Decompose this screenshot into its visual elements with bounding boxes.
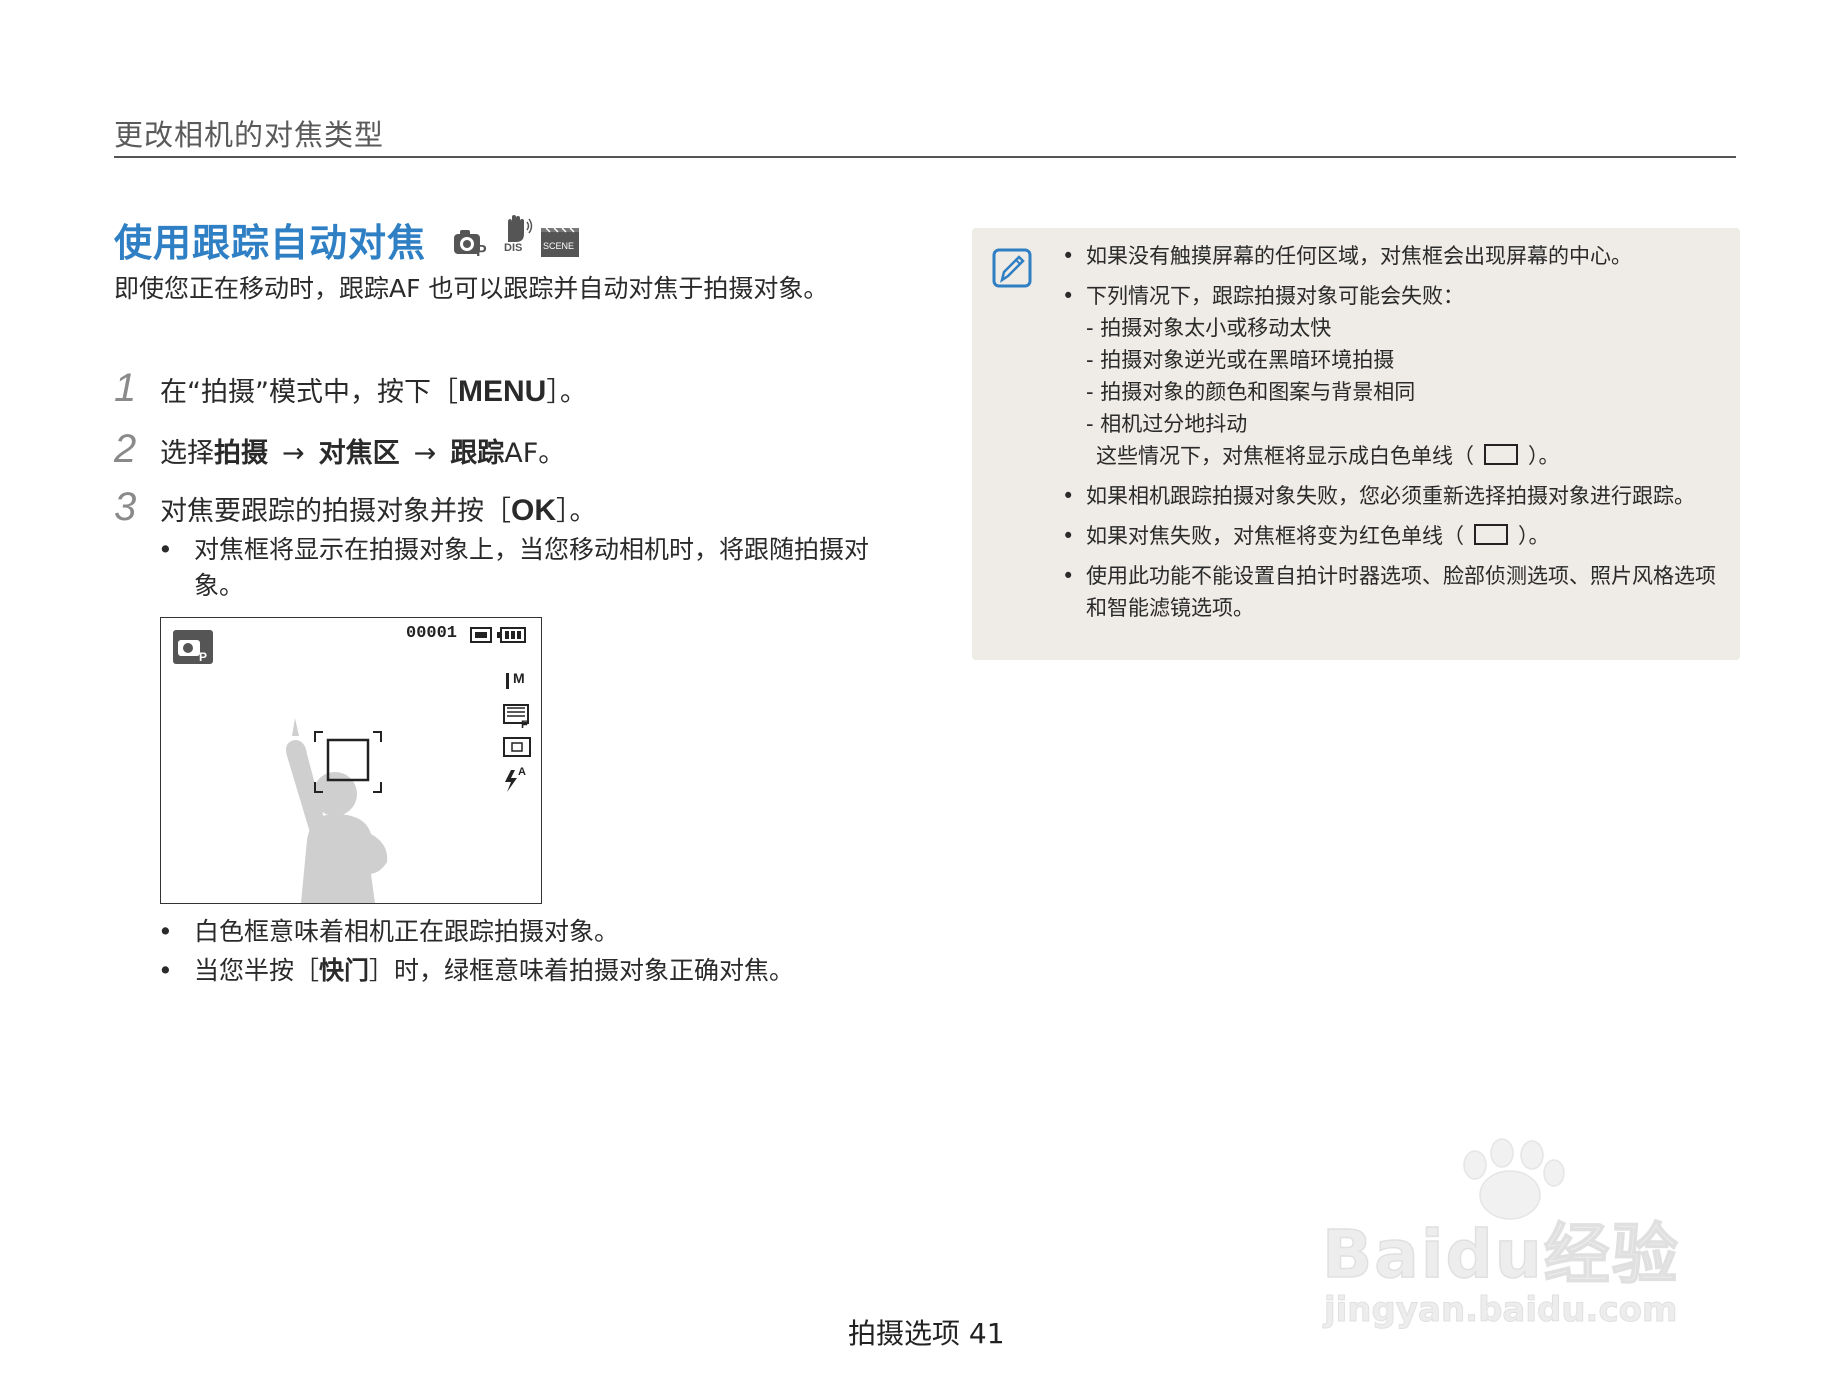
note-sub-tail: 这些情况下，对焦框将显示成白色单线（ ）。: [1086, 440, 1722, 472]
tracking-bullet-1: • 白色框意味着相机正在跟踪拍摄对象。: [156, 914, 914, 950]
bullet-text: 当您半按［: [194, 956, 320, 985]
bullet-dot: •: [1062, 484, 1075, 508]
svg-text:P: P: [476, 243, 487, 258]
step-text-end: ］。: [556, 496, 597, 527]
step-number: 2: [114, 427, 137, 471]
step-text: 选择: [160, 438, 214, 469]
step3-bullet: • 对焦框将显示在拍摄对象上，当您移动相机时，将跟随拍摄对象。: [156, 532, 914, 604]
arrow-icon: →: [282, 438, 305, 469]
step-2: 2 选择 拍摄 → 对焦区 → 跟踪 AF。: [114, 427, 565, 472]
bullet-dot: •: [158, 917, 173, 946]
arrow-icon: →: [413, 438, 437, 469]
step-1: 1 在“拍摄”模式中，按下［ MENU ］。: [114, 366, 587, 411]
step-text-end: AF。: [504, 438, 566, 469]
dis-hand-icon: DIS: [498, 214, 534, 258]
person-silhouette: [286, 718, 388, 903]
svg-text:P: P: [199, 650, 207, 664]
flash-mode-label: A: [518, 766, 526, 778]
menu-key: MENU: [457, 375, 547, 408]
tracking-bullet-2: • 当您半按［快门］时，绿框意味着拍摄对象正确对焦。: [156, 953, 914, 989]
shot-counter: 00001: [406, 624, 458, 643]
bullet-dot: •: [1062, 564, 1075, 588]
note-sub-item: - 拍摄对象的颜色和图案与背景相同: [1086, 380, 1416, 404]
note-item: • 使用此功能不能设置自拍计时器选项、脸部侦测选项、照片风格选项和智能滤镜选项。: [1062, 560, 1722, 624]
flash-icon: [505, 770, 517, 792]
note-text: 如果对焦失败，对焦框将变为红色单线（: [1086, 524, 1464, 548]
note-item: • 下列情况下，跟踪拍摄对象可能会失败： - 拍摄对象太小或移动太快 - 拍摄对…: [1062, 280, 1722, 472]
page-footer: 拍摄选项 41: [848, 1317, 1005, 1350]
note-tail-text: 这些情况下，对焦框将显示成白色单线（: [1096, 444, 1474, 468]
note-tail-end: ）。: [1528, 444, 1560, 468]
page-heading: 使用跟踪自动对焦: [114, 221, 427, 265]
intro-paragraph: 即使您正在移动时，跟踪AF 也可以跟踪并自动对焦于拍摄对象。: [114, 274, 829, 303]
bullet-dot: •: [1062, 284, 1075, 308]
menu-tracking: 跟踪: [450, 438, 505, 469]
note-text-end: ）。: [1518, 524, 1550, 548]
step-3: 3 对焦要跟踪的拍摄对象并按［ OK ］。: [114, 485, 597, 530]
menu-shooting: 拍摄: [214, 438, 268, 469]
svg-text:F: F: [521, 719, 528, 731]
header-divider: [114, 156, 1736, 158]
battery-icon: [497, 627, 526, 643]
note-sub-item: - 相机过分地抖动: [1086, 412, 1248, 436]
note-sub-item: - 拍摄对象逆光或在黑暗环境拍摄: [1086, 348, 1395, 372]
note-text: 使用此功能不能设置自拍计时器选项、脸部侦测选项、照片风格选项和智能滤镜选项。: [1086, 564, 1716, 620]
scene-icon: SCENE: [540, 226, 580, 258]
note-item: • 如果对焦失败，对焦框将变为红色单线（ ）。: [1062, 520, 1722, 552]
camera-screen-illustration: P F 00001 M A: [160, 617, 542, 904]
note-text: 下列情况下，跟踪拍摄对象可能会失败：: [1086, 284, 1464, 308]
bullet-text: 白色框意味着相机正在跟踪拍摄对象。: [194, 917, 620, 946]
quality-icon: F: [503, 704, 529, 731]
menu-focus-area: 对焦区: [318, 438, 400, 469]
bullet-dot: •: [1062, 524, 1075, 548]
note-text: 如果没有触摸屏幕的任何区域，对焦框会出现屏幕的中心。: [1086, 244, 1632, 268]
note-item: • 如果没有触摸屏幕的任何区域，对焦框会出现屏幕的中心。: [1062, 240, 1722, 272]
white-frame-icon: [1484, 444, 1518, 465]
note-list: • 如果没有触摸屏幕的任何区域，对焦框会出现屏幕的中心。 • 下列情况下，跟踪拍…: [1062, 240, 1722, 632]
bullet-text-end: ］时，绿框意味着拍摄对象正确对焦。: [369, 956, 795, 985]
photo-size-label: M: [513, 670, 525, 686]
section-title: 更改相机的对焦类型: [114, 118, 385, 152]
step-text: 对焦要跟踪的拍摄对象并按［: [160, 496, 511, 527]
metering-icon: [503, 737, 531, 757]
step-number: 3: [114, 485, 137, 529]
watermark-url: jingyan.baidu.com: [1323, 1290, 1678, 1331]
note-sub-item: - 拍摄对象太小或移动太快: [1086, 316, 1332, 340]
step-text-end: ］。: [546, 377, 587, 408]
scene-label: SCENE: [543, 241, 575, 251]
note-pencil-icon: [992, 248, 1032, 292]
ok-key: OK: [511, 494, 556, 527]
bullet-dot: •: [1062, 244, 1075, 268]
note-text: 如果相机跟踪拍摄对象失败，您必须重新选择拍摄对象进行跟踪。: [1086, 484, 1695, 508]
mode-icons: P DIS SCENE: [452, 214, 580, 258]
step-number: 1: [114, 366, 137, 410]
dis-label: DIS: [504, 242, 523, 254]
step-text: 在“拍摄”模式中，按下［: [160, 377, 458, 408]
camera-program-icon: P: [173, 630, 213, 664]
watermark-brand: Baidu经验: [1321, 1215, 1680, 1294]
camera-program-icon: P: [452, 226, 492, 258]
bullet-text: 对焦框将显示在拍摄对象上，当您移动相机时，将跟随拍摄对象。: [194, 535, 870, 600]
note-item: • 如果相机跟踪拍摄对象失败，您必须重新选择拍摄对象进行跟踪。: [1062, 480, 1722, 512]
bullet-dot: •: [158, 956, 173, 985]
memory-icon: [470, 627, 492, 643]
bullet-dot: •: [158, 535, 173, 564]
baidu-watermark: Baidu经验 jingyan.baidu.com: [1310, 1125, 1770, 1349]
red-frame-icon: [1474, 524, 1508, 545]
shutter-label: 快门: [319, 956, 370, 985]
